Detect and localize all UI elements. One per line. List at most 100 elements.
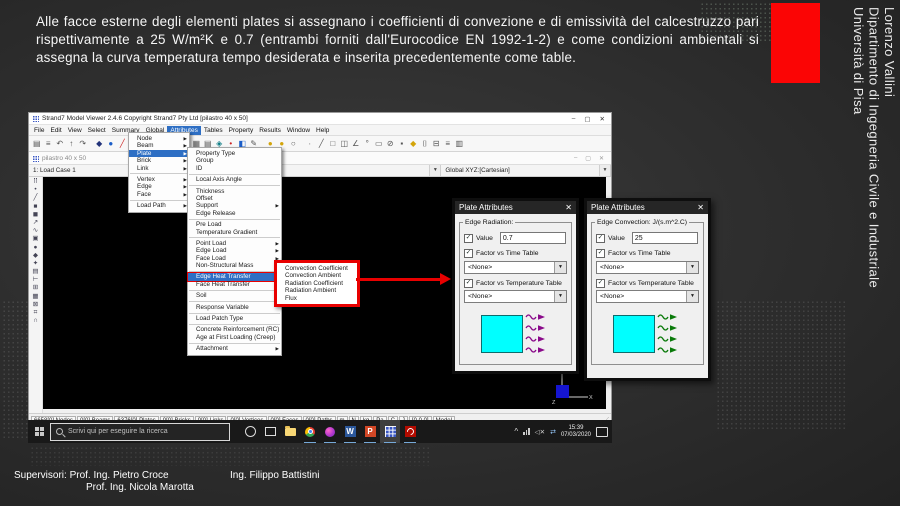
dropdown-arrow-icon[interactable]: ▼ [599,165,610,176]
menu-property[interactable]: Property [226,126,257,135]
paint-icon[interactable]: ◆ [408,137,420,151]
child-restore-icon[interactable]: ▢ [585,155,591,162]
menu-edit[interactable]: Edit [47,126,64,135]
menu-item-brick[interactable]: Brick▶ [129,157,189,164]
layers-icon[interactable]: ≡ [442,137,454,151]
menu-tables[interactable]: Tables [201,126,226,135]
strand7-taskbar-button[interactable] [380,420,400,443]
dropdown-arrow-icon[interactable]: ▼ [554,291,566,302]
bulb-off-icon[interactable]: ○ [288,137,300,151]
box-icon[interactable]: ▭ [373,137,385,151]
select-tool-icon[interactable]: ▣ [32,235,38,242]
fill-icon[interactable]: ▪ [396,137,408,151]
menu-item-local-axis-angle[interactable]: Local Axis Angle [188,176,281,183]
hash-tool-icon[interactable]: ⌗ [34,309,38,316]
rect-icon[interactable]: □ [327,137,339,151]
dropdown-arrow-icon[interactable]: ▼ [554,262,566,273]
chrome-button[interactable] [300,420,320,443]
taskbar-clock[interactable]: 15:39 07/03/2020 [561,425,591,439]
dropdown-arrow-icon[interactable]: ▼ [686,291,698,302]
diag-icon[interactable]: ╱ [316,137,328,151]
menu-item-edge-release[interactable]: Edge Release [188,210,281,217]
close-icon[interactable]: ✕ [600,115,605,123]
task-view-button[interactable] [260,420,280,443]
menu-item-pre-load[interactable]: Pre Load [188,221,281,228]
rect2-icon[interactable]: ◫ [339,137,351,151]
minusbox-icon[interactable]: ⊟ [431,137,443,151]
menu-item-soil[interactable]: Soil▶ [188,292,281,299]
open-icon[interactable]: ▤ [31,137,43,151]
factor-time-dropdown[interactable]: <None> ▼ [464,261,567,274]
beam-tool-icon[interactable]: ╱ [34,194,38,201]
menu-item-link[interactable]: Link▶ [129,165,189,172]
grid-dots-icon[interactable]: ⠿ [33,178,38,185]
dropdown-arrow-icon[interactable]: ▼ [429,165,440,176]
menu-item-attachment[interactable]: Attachment▶ [188,345,281,352]
redo-icon[interactable]: ↷ [77,137,89,151]
undo-icon[interactable]: ↶ [54,137,66,151]
value-checkbox[interactable]: ✓ [596,234,605,243]
link-tool-icon[interactable]: ↗ [33,219,38,226]
notification-center-icon[interactable] [596,427,608,437]
menu-item-convection-coefficient[interactable]: Convection Coefficient [277,265,357,272]
region-tool-icon[interactable]: ▤ [32,268,38,275]
photos-button[interactable] [320,420,340,443]
menu-item-point-load[interactable]: Point Load▶ [188,240,281,247]
menu-item-non-structural-mass[interactable]: Non-Structural Mass [188,262,281,269]
child-close-icon[interactable]: ✕ [599,155,604,162]
column-icon[interactable]: ⌷ [419,137,431,151]
entity-toggle-icon[interactable]: ◆ [94,137,106,151]
menu-item-face-load[interactable]: Face Load▶ [188,255,281,262]
angle-icon[interactable]: ∠ [350,137,362,151]
menu-item-load-path[interactable]: Load Path▶ [129,202,189,209]
path-tool-icon[interactable]: ∿ [33,227,38,234]
frame-icon[interactable]: ▥ [454,137,466,151]
menu-item-load-patch-type[interactable]: Load Patch Type [188,315,281,322]
file-explorer-button[interactable] [280,420,300,443]
menu-item-group[interactable]: Group [188,157,281,164]
value-input[interactable] [500,232,566,244]
menu-item-offset[interactable]: Offset [188,195,281,202]
menu-item-concrete-reinforcement[interactable]: Concrete Reinforcement (RC) [188,326,281,333]
print-icon[interactable]: ≡ [43,137,55,151]
menu-view[interactable]: View [65,126,85,135]
dropdown-arrow-icon[interactable]: ▼ [686,262,698,273]
menu-item-beam[interactable]: Beam▶ [129,142,189,149]
attach-icon[interactable]: ⊘ [385,137,397,151]
child-minimize-icon[interactable]: – [574,155,577,162]
maximize-icon[interactable]: ▢ [584,115,590,123]
plate-tool-icon[interactable]: ■ [34,203,38,210]
menu-item-face[interactable]: Face▶ [129,191,189,198]
face-tool-icon[interactable]: ✦ [33,260,38,267]
factor-temp-dropdown[interactable]: <None> ▼ [464,290,567,303]
cortana-button[interactable] [240,420,260,443]
word-button[interactable]: W [340,420,360,443]
menu-item-temperature-gradient[interactable]: Temperature Gradient [188,229,281,236]
sphere-icon[interactable]: ● [105,137,117,151]
menu-item-edge[interactable]: Edge▶ [129,183,189,190]
delete-tool-icon[interactable]: ⊠ [33,301,38,308]
menu-file[interactable]: File [31,126,47,135]
menu-item-radiation-coefficient[interactable]: Radiation Coefficient [277,280,357,287]
menu-help[interactable]: Help [313,126,332,135]
menu-item-support[interactable]: Support▶ [188,202,281,209]
close-icon[interactable]: ✕ [565,203,572,212]
powerpoint-button[interactable]: P [360,420,380,443]
value-checkbox[interactable]: ✓ [464,234,473,243]
plus-tool-icon[interactable]: ⊞ [33,284,38,291]
mesh-tool-icon[interactable]: ▦ [32,293,38,300]
menu-item-id[interactable]: ID [188,165,281,172]
menu-item-flux[interactable]: Flux [277,295,357,302]
menu-item-edge-heat-transfer[interactable]: Edge Heat Transfer▶ [188,273,281,280]
taskbar-search-input[interactable]: Scrivi qui per eseguire la ricerca [50,423,230,441]
factor-time-checkbox[interactable]: ✓ [596,249,605,258]
menu-item-response-variable[interactable]: Response Variable [188,304,281,311]
acrobat-button[interactable] [400,420,420,443]
menu-item-plate[interactable]: Plate▶ [129,150,189,157]
value-input[interactable] [632,232,698,244]
line-tool-icon[interactable]: ╱ [117,137,129,151]
close-icon[interactable]: ✕ [697,203,704,212]
network-icon[interactable] [523,428,530,435]
menu-select[interactable]: Select [85,126,109,135]
node-tool-icon[interactable]: • [34,186,36,193]
